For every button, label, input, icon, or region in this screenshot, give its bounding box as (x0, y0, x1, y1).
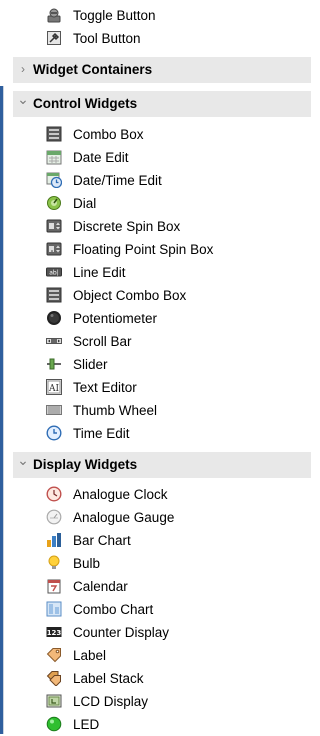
line-edit-icon: ab| (46, 264, 62, 280)
widget-item-text-editor[interactable]: AI Text Editor (13, 376, 311, 399)
widget-item-label: Analogue Gauge (73, 510, 175, 525)
widget-item-label: Dial (73, 196, 97, 211)
text-editor-icon-text: AI (48, 384, 59, 394)
discrete-spin-box-icon (46, 218, 62, 234)
thumb-wheel-icon (46, 402, 62, 418)
label-icon (46, 647, 62, 663)
combo-box-icon (46, 126, 62, 142)
category-widget-containers[interactable]: › Widget Containers (13, 57, 311, 83)
widget-item-label: Potentiometer (73, 311, 158, 326)
date-edit-icon (46, 149, 62, 165)
widget-item-scroll-bar[interactable]: Scroll Bar (13, 330, 311, 353)
analogue-clock-icon (46, 486, 62, 502)
left-edge-strip (0, 0, 14, 734)
toggle-button-icon (46, 7, 62, 23)
widget-item-object-combo-box[interactable]: Object Combo Box (13, 284, 311, 307)
widget-item-label: Label (73, 648, 107, 663)
category-label: Widget Containers (33, 62, 153, 77)
widget-item-calendar[interactable]: Calendar (13, 575, 311, 598)
line-edit-icon-text: ab| (49, 270, 59, 277)
widget-item-label: Time Edit (73, 426, 130, 441)
category-label: Display Widgets (33, 457, 138, 472)
widget-item-tool-button[interactable]: Tool Button (13, 27, 311, 50)
potentiometer-icon (46, 310, 62, 326)
category-display-widgets[interactable]: ⌄ Display Widgets (13, 452, 311, 478)
widget-item-label: Thumb Wheel (73, 403, 158, 418)
calendar-icon (46, 578, 62, 594)
widget-item-label: Toggle Button (73, 8, 156, 23)
widget-item-lcd-display[interactable]: LCD Display (13, 690, 311, 713)
widget-item-toggle-button[interactable]: Toggle Button (13, 4, 311, 27)
widget-item-label: LCD Display (73, 694, 149, 709)
counter-display-icon: 123 (46, 624, 62, 640)
time-edit-icon (46, 425, 62, 441)
widget-box-panel: Toggle Button Tool Button › Widget Conta… (13, 0, 311, 734)
widget-item-led[interactable]: LED (13, 713, 311, 736)
bulb-icon (46, 555, 62, 571)
widget-item-analogue-clock[interactable]: Analogue Clock (13, 483, 311, 506)
counter-display-icon-text: 123 (47, 629, 62, 637)
category-label: Control Widgets (33, 96, 138, 111)
chevron-down-icon: ⌄ (17, 91, 29, 107)
widget-item-label: Text Editor (73, 380, 137, 395)
widget-item-combo-chart[interactable]: Combo Chart (13, 598, 311, 621)
widget-item-analogue-gauge[interactable]: Analogue Gauge (13, 506, 311, 529)
widget-item-label: Label Stack (73, 671, 144, 686)
widget-item-label: Floating Point Spin Box (73, 242, 214, 257)
widget-item-label: Bulb (73, 556, 101, 571)
widget-item-label: Analogue Clock (73, 487, 168, 502)
widget-item-date-time-edit[interactable]: Date/Time Edit (13, 169, 311, 192)
widget-item-date-edit[interactable]: Date Edit (13, 146, 311, 169)
tool-button-icon (46, 30, 62, 46)
widget-item-label: Line Edit (73, 265, 126, 280)
widget-item-label: Object Combo Box (73, 288, 187, 303)
widget-item-label: Slider (73, 357, 108, 372)
widget-item-label: Combo Box (73, 127, 144, 142)
date-time-edit-icon (46, 172, 62, 188)
widget-item-label-widget[interactable]: Label (13, 644, 311, 667)
widget-item-bulb[interactable]: Bulb (13, 552, 311, 575)
widget-item-time-edit[interactable]: Time Edit (13, 422, 311, 445)
label-stack-icon (46, 670, 62, 686)
scroll-bar-icon (46, 333, 62, 349)
widget-item-label: Calendar (73, 579, 128, 594)
floating-point-spin-box-icon (46, 241, 62, 257)
widget-item-combo-box[interactable]: Combo Box (13, 123, 311, 146)
widget-item-label: Counter Display (73, 625, 170, 640)
widget-item-label: Date/Time Edit (73, 173, 162, 188)
widget-item-label-stack[interactable]: Label Stack (13, 667, 311, 690)
widget-item-label: Date Edit (73, 150, 129, 165)
widget-item-label: LED (73, 717, 100, 732)
combo-chart-icon (46, 601, 62, 617)
widget-item-line-edit[interactable]: ab| Line Edit (13, 261, 311, 284)
chevron-right-icon: › (21, 62, 25, 76)
widget-item-label: Scroll Bar (73, 334, 132, 349)
chevron-down-icon: ⌄ (17, 452, 29, 468)
widget-item-counter-display[interactable]: 123 Counter Display (13, 621, 311, 644)
widget-item-label: Bar Chart (73, 533, 131, 548)
object-combo-box-icon (46, 287, 62, 303)
widget-item-label: Tool Button (73, 31, 141, 46)
lcd-display-icon (46, 693, 62, 709)
slider-icon (46, 356, 62, 372)
text-editor-icon: AI (46, 379, 62, 395)
led-icon (46, 716, 62, 732)
dial-icon (46, 195, 62, 211)
widget-item-thumb-wheel[interactable]: Thumb Wheel (13, 399, 311, 422)
widget-item-floating-point-spin-box[interactable]: Floating Point Spin Box (13, 238, 311, 261)
widget-item-potentiometer[interactable]: Potentiometer (13, 307, 311, 330)
category-control-widgets[interactable]: ⌄ Control Widgets (13, 91, 311, 117)
bar-chart-icon (46, 532, 62, 548)
analogue-gauge-icon (46, 509, 62, 525)
widget-item-label: Combo Chart (73, 602, 154, 617)
widget-item-label: Discrete Spin Box (73, 219, 181, 234)
widget-item-discrete-spin-box[interactable]: Discrete Spin Box (13, 215, 311, 238)
widget-item-dial[interactable]: Dial (13, 192, 311, 215)
widget-item-bar-chart[interactable]: Bar Chart (13, 529, 311, 552)
widget-item-slider[interactable]: Slider (13, 353, 311, 376)
